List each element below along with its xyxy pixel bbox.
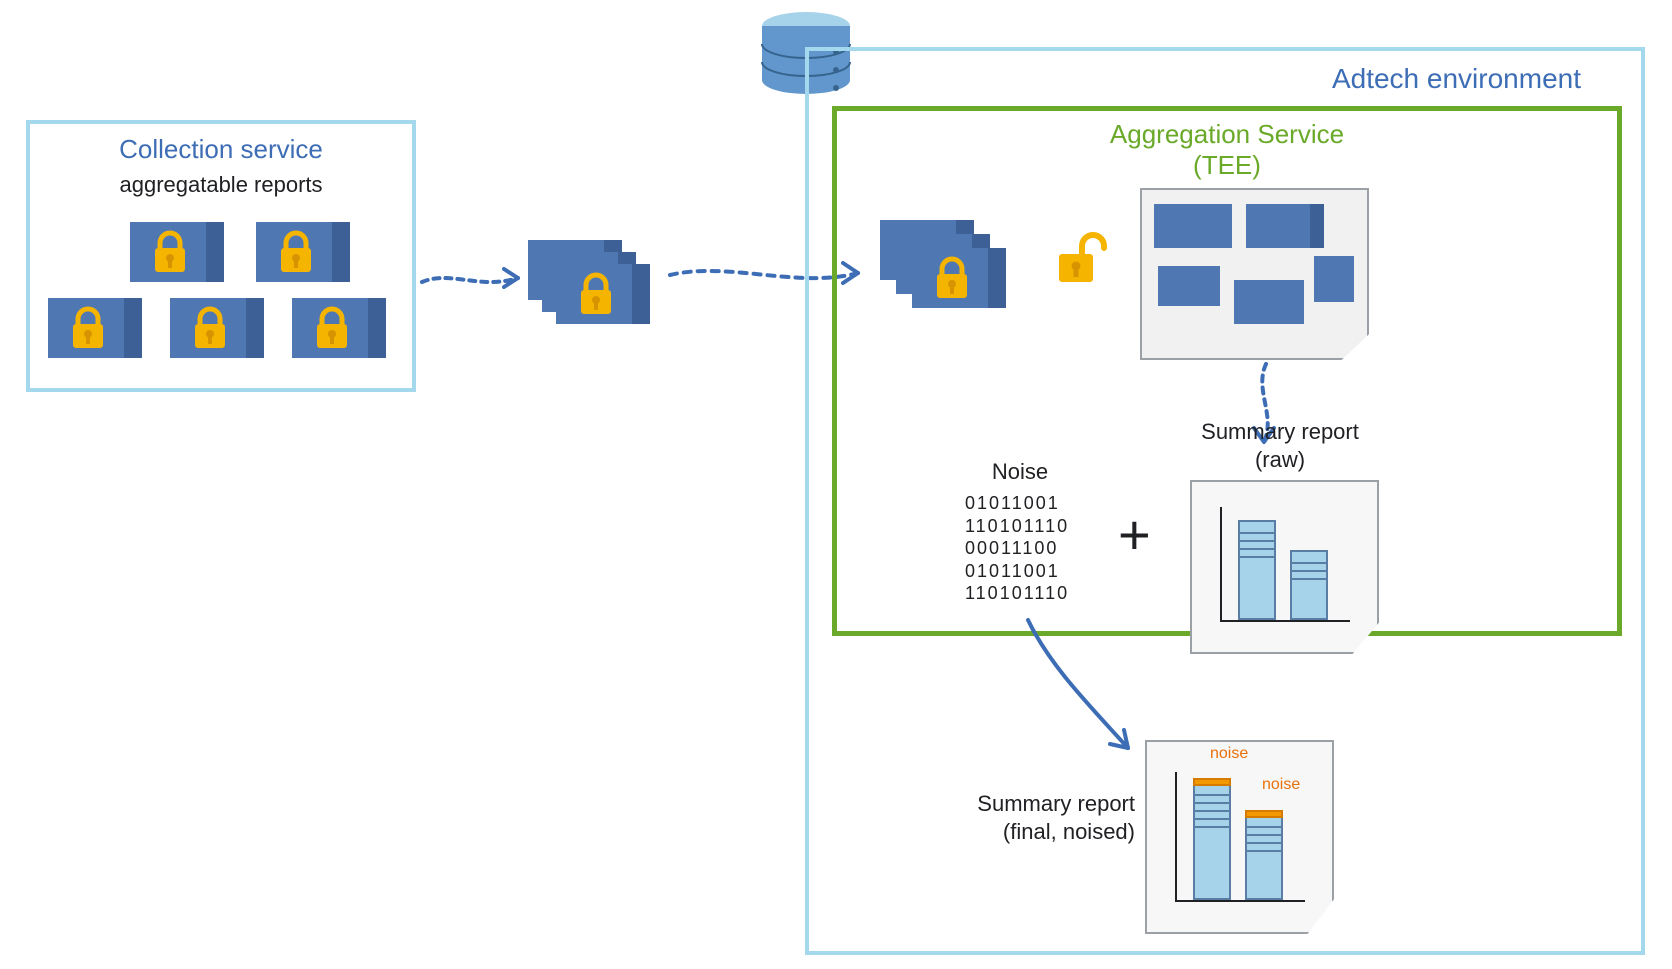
report-batch-tee	[880, 220, 1030, 330]
lock-open-icon	[1056, 232, 1112, 299]
report-batch	[528, 240, 668, 340]
plus-icon: +	[1118, 502, 1151, 567]
adtech-environment-title: Adtech environment	[1332, 63, 1581, 95]
arrow-icon	[420, 260, 530, 300]
bar-chart-raw	[1220, 507, 1350, 622]
locked-report	[48, 298, 142, 358]
locked-report	[292, 298, 386, 358]
locked-report	[256, 222, 350, 282]
tee-title-line2: (TEE)	[1193, 150, 1261, 180]
aggregation-service-title: Aggregation Service (TEE)	[837, 119, 1617, 181]
tee-title-line1: Aggregation Service	[1110, 119, 1344, 149]
noise-bits: 01011001 110101110 00011100 01011001 110…	[965, 492, 1069, 605]
noise-label: Noise	[960, 458, 1080, 486]
summary-report-final	[1145, 740, 1334, 934]
noise-tag: noise	[1262, 776, 1300, 794]
arrow-icon	[1020, 616, 1140, 756]
lock-closed-icon	[934, 256, 970, 300]
summary-final-label: Summary report (final, noised)	[925, 790, 1135, 845]
summary-raw-label: Summary report (raw)	[1155, 418, 1405, 473]
lock-closed-icon	[152, 230, 188, 274]
noise-tag: noise	[1210, 745, 1248, 763]
lock-closed-icon	[70, 306, 106, 350]
decrypted-report-fragments	[1140, 188, 1369, 360]
collection-service-title: Collection service	[30, 134, 412, 165]
summary-report-raw	[1190, 480, 1379, 654]
aggregatable-reports-label: aggregatable reports	[30, 172, 412, 198]
lock-closed-icon	[278, 230, 314, 274]
lock-closed-icon	[314, 306, 350, 350]
locked-report	[130, 222, 224, 282]
lock-closed-icon	[578, 272, 614, 316]
locked-report	[170, 298, 264, 358]
lock-closed-icon	[192, 306, 228, 350]
